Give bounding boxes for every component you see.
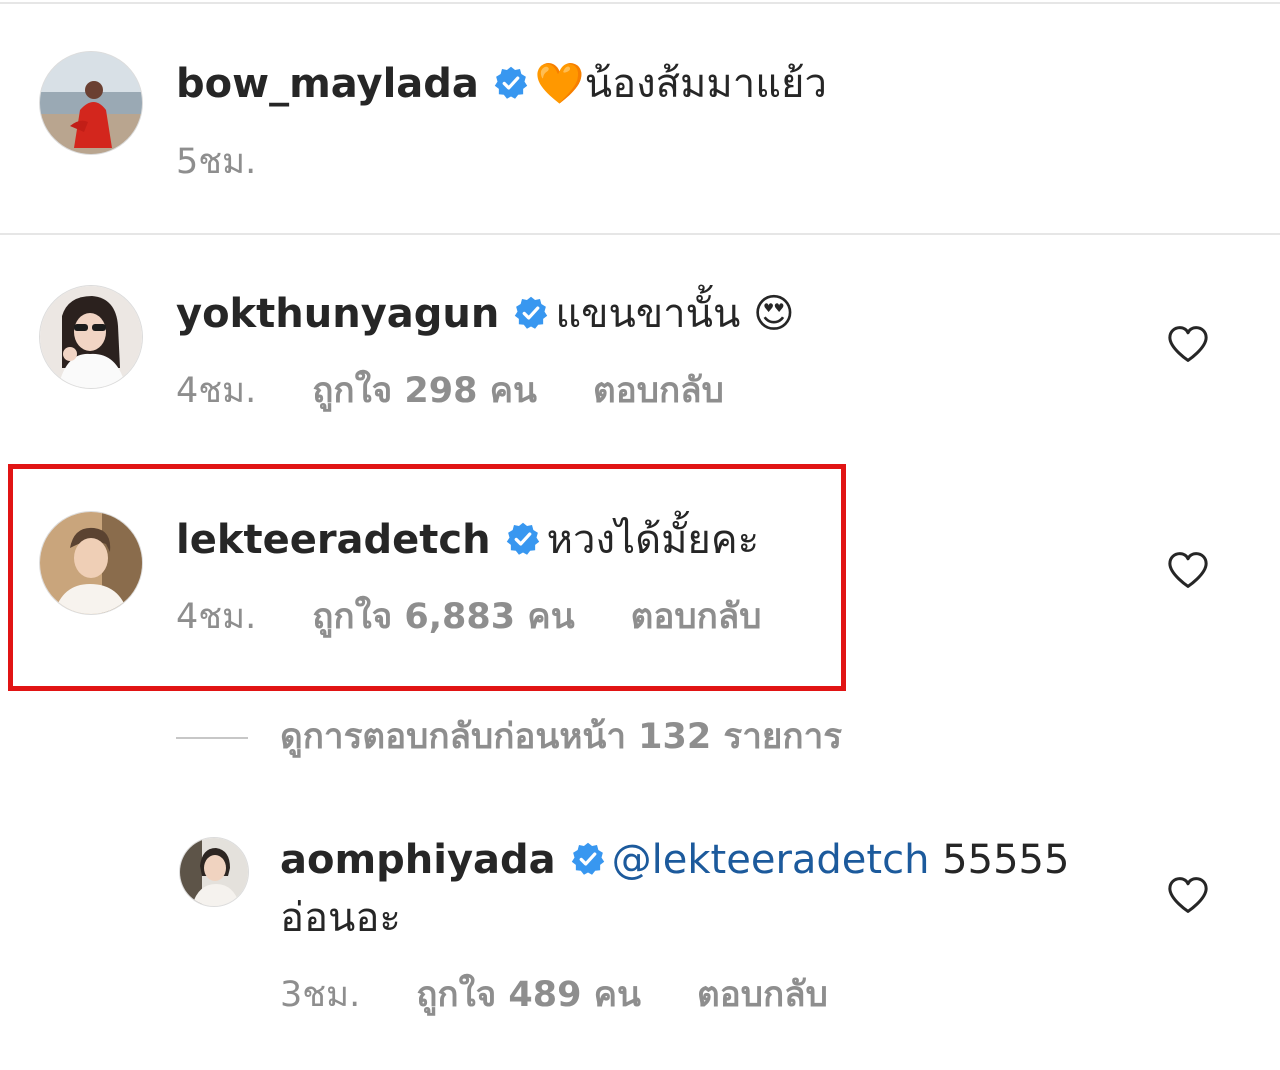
reply-time: 3ชม. <box>280 975 361 1015</box>
reply-button[interactable]: ตอบกลับ <box>593 371 724 411</box>
avatar-aomphiyada[interactable] <box>180 838 248 906</box>
verified-badge-icon <box>571 842 604 875</box>
comment-username-lekteeradetch[interactable]: lekteeradetch <box>176 517 491 563</box>
avatar-aomphiyada-image <box>180 838 248 906</box>
reply-text-line1: 55555 <box>942 837 1070 883</box>
avatar-bow-maylada[interactable] <box>40 52 142 154</box>
heart-eyes-emoji: 😍 <box>753 291 795 337</box>
comment-meta-yokthunyagun: 4ชม. ถูกใจ 298 คน ตอบกลับ <box>176 370 780 412</box>
avatar-yokthunyagun[interactable] <box>40 286 142 388</box>
caption-line: bow_maylada 🧡น้องส้มมาแย้ว <box>176 60 827 108</box>
comment-text-yokthunyagun: แขนขานั้น <box>555 291 741 337</box>
reply-button[interactable]: ตอบกลับ <box>697 975 828 1015</box>
comment-likes[interactable]: ถูกใจ 6,883 คน <box>312 597 574 637</box>
mention-link[interactable]: @lekteeradetch <box>612 837 930 883</box>
comment-time: 4ชม. <box>176 597 257 637</box>
reply-line-1: aomphiyada @lekteeradetch 55555 <box>280 836 1069 884</box>
comment-likes[interactable]: ถูกใจ 298 คน <box>312 371 537 411</box>
view-previous-replies[interactable]: ดูการตอบกลับก่อนหน้า 132 รายการ <box>176 716 842 758</box>
caption-text: น้องส้มมาแย้ว <box>584 61 827 107</box>
verified-badge-icon <box>515 296 548 329</box>
caption-divider <box>0 233 1280 235</box>
avatar-bow-maylada-image <box>40 52 142 154</box>
view-replies-label: ดูการตอบกลับก่อนหน้า 132 รายการ <box>280 717 843 757</box>
reply-likes[interactable]: ถูกใจ 489 คน <box>416 975 641 1015</box>
caption-username[interactable]: bow_maylada <box>176 61 479 107</box>
top-divider <box>0 2 1280 4</box>
avatar-lekteeradetch[interactable] <box>40 512 142 614</box>
caption-time: 5ชม. <box>176 142 257 182</box>
comment-username-yokthunyagun[interactable]: yokthunyagun <box>176 291 499 337</box>
reply-username-aomphiyada[interactable]: aomphiyada <box>280 837 556 883</box>
view-replies-dash <box>176 737 248 739</box>
verified-badge-icon <box>494 66 528 99</box>
orange-heart-emoji: 🧡 <box>534 61 585 107</box>
avatar-yokthunyagun-image <box>40 286 142 388</box>
reply-button[interactable]: ตอบกลับ <box>631 597 762 637</box>
heart-outline-icon[interactable] <box>1167 325 1209 363</box>
reply-meta: 3ชม. ถูกใจ 489 คน ตอบกลับ <box>280 974 884 1016</box>
heart-outline-icon[interactable] <box>1167 876 1209 914</box>
reply-text-line2: อ่อนอะ <box>280 895 401 941</box>
comment-text-lekteeradetch: หวงได้มั้ยคะ <box>546 517 760 563</box>
comment-time: 4ชม. <box>176 371 257 411</box>
comment-line-lekteeradetch: lekteeradetch หวงได้มั้ยคะ <box>176 516 759 564</box>
caption-meta: 5ชม. <box>176 141 312 183</box>
heart-outline-icon[interactable] <box>1167 551 1209 589</box>
verified-badge-icon <box>506 522 539 555</box>
avatar-lekteeradetch-image <box>40 512 142 614</box>
comment-meta-lekteeradetch: 4ชม. ถูกใจ 6,883 คน ตอบกลับ <box>176 596 817 638</box>
comment-line-yokthunyagun: yokthunyagun แขนขานั้น 😍 <box>176 290 795 338</box>
reply-line-2: อ่อนอะ <box>280 894 401 942</box>
